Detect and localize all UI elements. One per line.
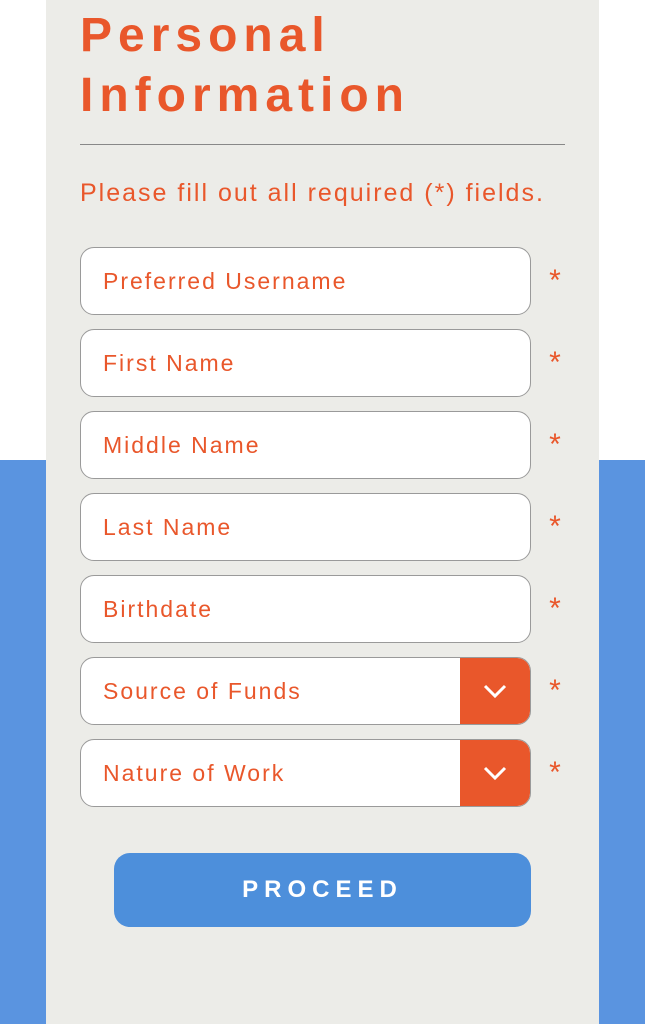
sourceoffunds-select[interactable]: Source of Funds	[80, 657, 531, 725]
field-row-birthdate: *	[80, 575, 565, 643]
required-asterisk: *	[545, 756, 565, 790]
required-asterisk: *	[545, 264, 565, 298]
instruction-text: Please fill out all required (*) fields.	[80, 173, 565, 213]
birthdate-input[interactable]	[80, 575, 531, 643]
chevron-down-icon	[483, 684, 507, 698]
lastname-input[interactable]	[80, 493, 531, 561]
divider	[80, 144, 565, 145]
field-row-username: *	[80, 247, 565, 315]
sourceoffunds-label: Source of Funds	[81, 658, 460, 724]
required-asterisk: *	[545, 674, 565, 708]
field-row-natureofwork: Nature of Work *	[80, 739, 565, 807]
required-asterisk: *	[545, 510, 565, 544]
chevron-down-icon	[483, 766, 507, 780]
field-row-sourceoffunds: Source of Funds *	[80, 657, 565, 725]
required-asterisk: *	[545, 592, 565, 626]
natureofwork-label: Nature of Work	[81, 740, 460, 806]
sourceoffunds-dropdown-button[interactable]	[460, 658, 530, 724]
natureofwork-select[interactable]: Nature of Work	[80, 739, 531, 807]
firstname-input[interactable]	[80, 329, 531, 397]
field-row-firstname: *	[80, 329, 565, 397]
required-asterisk: *	[545, 428, 565, 462]
field-row-lastname: *	[80, 493, 565, 561]
proceed-button[interactable]: PROCEED	[114, 853, 531, 927]
username-input[interactable]	[80, 247, 531, 315]
natureofwork-dropdown-button[interactable]	[460, 740, 530, 806]
page-title: Personal Information	[80, 0, 565, 126]
personal-info-card: Personal Information Please fill out all…	[46, 0, 599, 1024]
middlename-input[interactable]	[80, 411, 531, 479]
required-asterisk: *	[545, 346, 565, 380]
field-row-middlename: *	[80, 411, 565, 479]
